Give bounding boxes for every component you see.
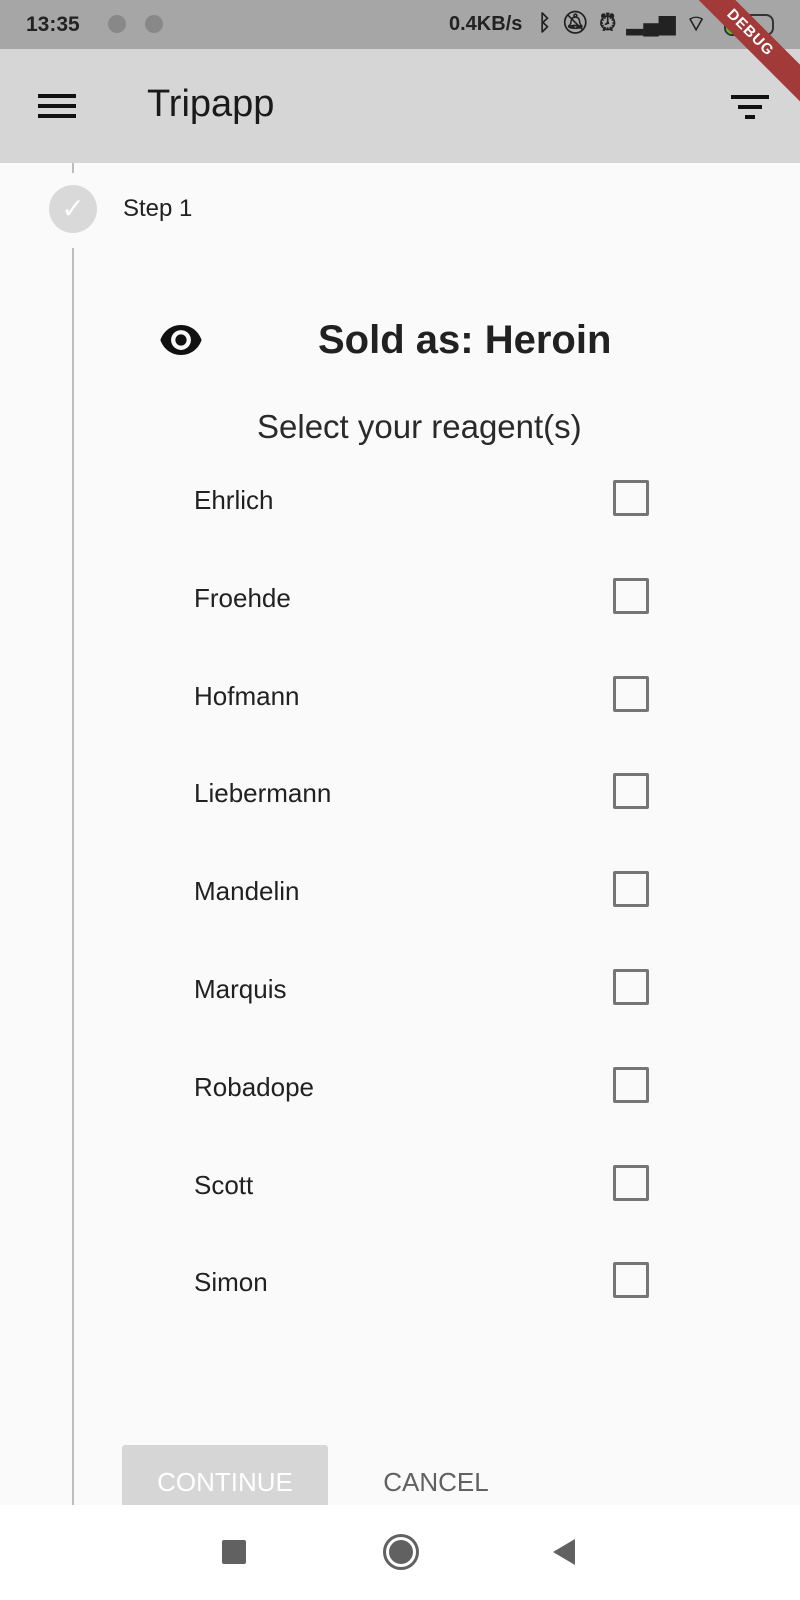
menu-icon[interactable] [38, 94, 76, 118]
notification-dot-icon [108, 15, 126, 33]
sold-as-title: Sold as: Heroin [318, 318, 612, 362]
reagent-row[interactable]: Simon [194, 1250, 654, 1310]
stepper-line [72, 248, 74, 1505]
reagent-label: Mandelin [194, 876, 300, 907]
net-speed: 0.4KB/s [449, 13, 523, 35]
bluetooth-icon: ᛒ [538, 10, 552, 35]
system-nav-bar [0, 1505, 800, 1600]
reagent-label: Robadope [194, 1071, 314, 1102]
reagent-row[interactable]: Liebermann [194, 761, 654, 821]
reagent-checkbox[interactable] [613, 1262, 649, 1299]
reagent-checkbox[interactable] [613, 871, 649, 908]
wifi-icon: ⌔ [685, 11, 707, 36]
reagent-checkbox[interactable] [613, 1164, 649, 1201]
reagent-row[interactable]: Ehrlich [194, 468, 654, 528]
status-time: 13:35 [26, 13, 80, 36]
signal-icon: ▂▄▆ [626, 10, 676, 35]
alarm-icon: ⏰︎ [599, 10, 617, 35]
step-label[interactable]: Step 1 [123, 195, 192, 223]
eye-icon[interactable] [158, 325, 204, 355]
notification-dot-icon [145, 15, 163, 33]
reagent-subtitle: Select your reagent(s) [257, 408, 582, 445]
reagent-label: Scott [194, 1169, 254, 1200]
reagent-checkbox[interactable] [613, 577, 649, 614]
reagent-checkbox[interactable] [613, 773, 649, 810]
home-icon[interactable] [383, 1534, 419, 1570]
reagent-checkbox[interactable] [613, 480, 649, 516]
reagent-row[interactable]: Mandelin [194, 859, 654, 919]
step-complete-check-icon[interactable]: ✓ [49, 185, 97, 233]
reagent-checkbox[interactable] [613, 1066, 649, 1103]
reagent-row[interactable]: Froehde [194, 566, 654, 626]
reagent-checkbox[interactable] [613, 969, 649, 1005]
reagent-label: Froehde [194, 582, 291, 613]
reagent-row[interactable]: Robadope [194, 1055, 654, 1115]
app-bar: Tripapp [0, 49, 800, 163]
back-icon[interactable] [553, 1539, 575, 1565]
filter-icon[interactable] [731, 95, 769, 125]
recents-icon[interactable] [222, 1540, 246, 1564]
reagent-label: Ehrlich [194, 485, 274, 515]
bell-off-icon: 🔕︎ [561, 10, 590, 35]
reagent-row[interactable]: Hofmann [194, 664, 654, 724]
app-title: Tripapp [147, 83, 275, 125]
stepper-line [72, 163, 74, 173]
reagent-row[interactable]: Scott [194, 1153, 654, 1213]
status-bar: 13:35 0.4KB/s ᛒ 🔕︎ ⏰︎ ▂▄▆ ⌔ 52 [0, 0, 800, 49]
reagent-label: Hofmann [194, 680, 300, 711]
reagent-label: Liebermann [194, 778, 332, 809]
reagent-label: Marquis [194, 974, 287, 1004]
reagent-label: Simon [194, 1267, 268, 1298]
reagent-row[interactable]: Marquis [194, 957, 654, 1017]
reagent-checkbox[interactable] [613, 675, 649, 712]
